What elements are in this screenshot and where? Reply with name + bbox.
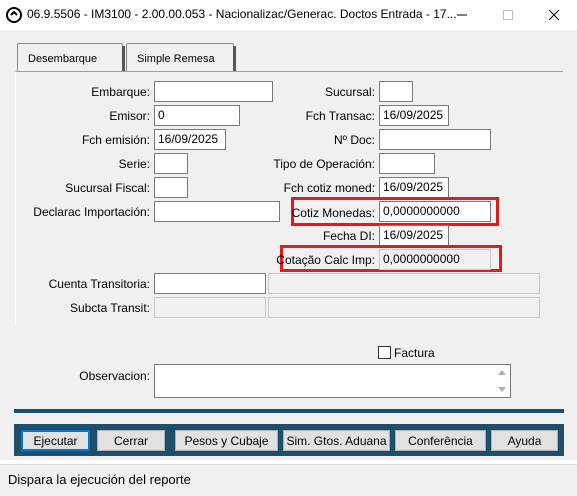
sucursal-fiscal-label: Sucursal Fiscal:: [65, 181, 150, 195]
sucursal-label: Sucursal:: [324, 85, 375, 99]
fch-emision-input[interactable]: 16/09/2025: [154, 129, 226, 150]
subcta-transit-label: Subcta Transit:: [69, 301, 150, 315]
scroll-up-icon[interactable]: [495, 366, 509, 378]
embarque-label: Embarque:: [91, 85, 150, 99]
ayuda-button[interactable]: Ayuda: [491, 430, 558, 451]
app-logo-icon: [6, 7, 22, 23]
cuenta-transitoria-description: [268, 273, 540, 294]
tab-shadow: [233, 46, 236, 72]
fecha-di-label: Fecha DI:: [322, 229, 375, 243]
cerrar-button[interactable]: Cerrar: [97, 430, 165, 451]
emisor-input[interactable]: 0: [154, 105, 240, 126]
tab-label: Desembarque: [28, 53, 98, 65]
window-title: 06.9.5506 - IM3100 - 2.00.00.053 - Nacio…: [27, 7, 457, 21]
fch-emision-label: Fch emisión:: [81, 133, 150, 147]
minimize-icon: [457, 14, 467, 16]
fch-transac-input[interactable]: 16/09/2025: [379, 105, 449, 126]
tipo-operacion-label: Tipo de Operación:: [273, 157, 375, 171]
factura-checkbox[interactable]: [378, 346, 391, 359]
cotiz-monedas-label: Cotiz Monedas:: [291, 206, 375, 220]
ejecutar-button[interactable]: Ejecutar: [21, 430, 90, 451]
cotacao-calc-imp-input: 0,0000000000: [379, 249, 491, 270]
pesos-cubaje-button[interactable]: Pesos y Cubaje: [175, 430, 278, 451]
maximize-button[interactable]: [485, 0, 531, 30]
sim-gtos-aduana-button[interactable]: Sim. Gtos. Aduana: [283, 430, 390, 451]
tipo-operacion-input[interactable]: [379, 153, 435, 174]
close-button[interactable]: [531, 0, 577, 30]
maximize-icon: [503, 10, 513, 20]
close-icon: [549, 10, 559, 20]
tab-desembarque[interactable]: Desembarque: [17, 43, 123, 71]
no-doc-label: Nº Doc:: [333, 133, 375, 147]
serie-label: Serie:: [118, 157, 150, 171]
factura-label: Factura: [394, 346, 435, 360]
scroll-down-icon[interactable]: [495, 383, 509, 395]
declarac-importacion-label: Declarac Importación:: [33, 205, 150, 219]
cuenta-transitoria-input[interactable]: [154, 273, 266, 294]
emisor-label: Emisor:: [109, 109, 150, 123]
subcta-transit-description: [268, 297, 540, 318]
subcta-transit-input: [154, 297, 266, 318]
tab-label: Simple Remesa: [137, 53, 215, 65]
tab-simple-remesa[interactable]: Simple Remesa: [126, 43, 234, 71]
cotiz-monedas-input[interactable]: 0,0000000000: [379, 201, 491, 222]
no-doc-input[interactable]: [379, 129, 491, 150]
tab-shadow: [122, 46, 125, 72]
fch-cotiz-moned-label: Fch cotiz moned:: [283, 181, 375, 195]
observacion-textarea[interactable]: [154, 364, 511, 398]
serie-input[interactable]: [154, 153, 188, 174]
minimize-button[interactable]: [439, 0, 485, 30]
fecha-di-input[interactable]: 16/09/2025: [379, 225, 449, 246]
cuenta-transitoria-label: Cuenta Transitoria:: [48, 277, 150, 291]
cotacao-calc-imp-label: Cotação Calc Imp:: [276, 253, 375, 267]
observacion-label: Observacion:: [79, 369, 150, 383]
separator-bar: [14, 409, 564, 413]
sucursal-fiscal-input[interactable]: [154, 177, 188, 198]
sucursal-input[interactable]: [379, 81, 413, 102]
fch-cotiz-moned-input[interactable]: 16/09/2025: [379, 177, 449, 198]
conferencia-button[interactable]: Conferência: [395, 430, 486, 451]
fch-transac-label: Fch Transac:: [305, 109, 375, 123]
status-text: Dispara la ejecución del reporte: [8, 472, 191, 487]
